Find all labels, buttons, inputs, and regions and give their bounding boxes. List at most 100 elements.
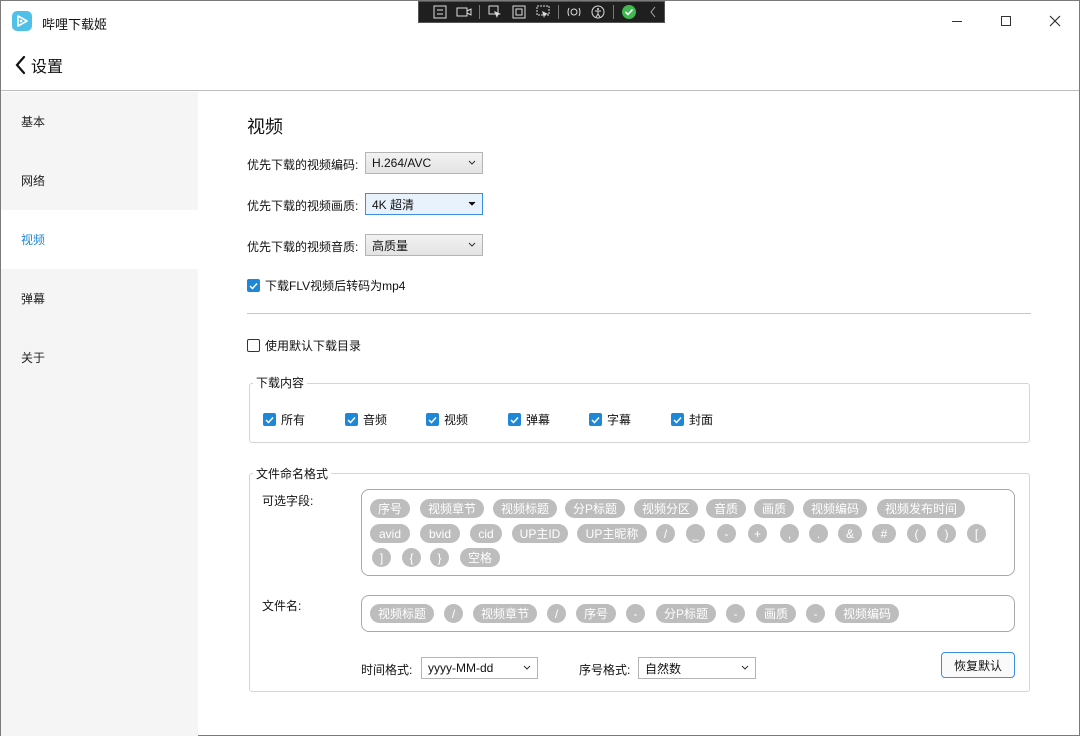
optional-field-chip[interactable]: 视频章节 (420, 499, 484, 518)
quality-select[interactable]: 4K 超清 (365, 193, 483, 215)
time-format-value: yyyy-MM-dd (428, 661, 494, 675)
settings-sidebar: 基本 网络 视频 弹幕 关于 (1, 92, 198, 736)
track-focus-icon[interactable] (532, 2, 554, 22)
optional-field-chip[interactable]: ] (372, 548, 391, 567)
optional-field-chip[interactable]: , (780, 524, 799, 543)
filename-panel[interactable]: 视频标题 / 视频章节 / 序号 - 分P标题 - 画质 - 视频编码 (361, 595, 1015, 632)
optional-field-chip[interactable]: 视频发布时间 (877, 499, 965, 518)
quality-value: 4K 超清 (372, 197, 415, 212)
filename-field-chip[interactable]: - (626, 604, 645, 623)
live-visual-tree-icon[interactable] (429, 2, 451, 22)
content-audio-checkbox[interactable]: 音频 (345, 411, 387, 428)
optional-field-chip[interactable]: ) (937, 524, 956, 543)
default-dir-label: 使用默认下载目录 (265, 339, 362, 353)
optional-field-chip[interactable]: & (838, 524, 862, 543)
page-header: 设置 (1, 41, 1079, 91)
optional-field-chip[interactable]: 视频编码 (803, 499, 867, 518)
checkbox-checked-icon (426, 413, 439, 426)
transcode-checkbox[interactable]: 下载FLV视频后转码为mp4 (247, 277, 405, 294)
quality-label: 优先下载的视频画质: (247, 199, 359, 213)
optional-field-chip[interactable]: [ (967, 524, 986, 543)
audio-value: 高质量 (372, 238, 409, 253)
accessibility-icon[interactable] (587, 2, 609, 22)
optional-field-chip[interactable]: UP主昵称 (577, 524, 647, 543)
optional-field-chip[interactable]: 音质 (706, 499, 746, 518)
optional-field-chip[interactable]: + (748, 524, 767, 543)
default-dir-checkbox[interactable]: 使用默认下载目录 (247, 337, 361, 354)
content-all-checkbox[interactable]: 所有 (263, 411, 305, 428)
optional-field-chip[interactable]: 画质 (754, 499, 794, 518)
filename-field-chip[interactable]: 分P标题 (656, 604, 716, 623)
chevron-down-icon (468, 201, 476, 206)
video-capture-icon[interactable] (453, 2, 475, 22)
collapse-toolbar-icon[interactable] (642, 2, 664, 22)
audio-select[interactable]: 高质量 (365, 234, 483, 256)
optional-field-chip[interactable]: UP主ID (512, 524, 568, 543)
optional-field-chip[interactable]: 序号 (370, 499, 410, 518)
filename-field-chip[interactable]: 视频编码 (835, 604, 899, 623)
optional-fields-label: 可选字段: (262, 494, 314, 508)
content-cover-checkbox[interactable]: 封面 (671, 411, 713, 428)
codec-label: 优先下载的视频编码: (247, 158, 359, 172)
chevron-down-icon (741, 665, 749, 670)
filename-field-chip[interactable]: 序号 (576, 604, 616, 623)
optional-field-chip[interactable]: - (717, 524, 736, 543)
optional-field-chip[interactable]: 空格 (460, 548, 500, 567)
audio-label: 优先下载的视频音质: (247, 240, 359, 254)
content-all-label: 所有 (281, 413, 306, 427)
optional-field-chip[interactable]: . (809, 524, 828, 543)
time-format-select[interactable]: yyyy-MM-dd (421, 657, 538, 679)
back-button[interactable]: 设置 (13, 53, 63, 77)
filename-field-chip[interactable]: 视频标题 (370, 604, 434, 623)
select-element-icon[interactable] (484, 2, 506, 22)
optional-field-chip[interactable]: # (872, 524, 896, 543)
app-logo-icon (12, 11, 32, 31)
optional-field-chip[interactable]: } (430, 548, 449, 567)
optional-field-chip[interactable]: / (656, 524, 675, 543)
optional-field-chip[interactable]: bvid (420, 524, 460, 543)
optional-field-chip[interactable]: 视频分区 (634, 499, 698, 518)
minimize-button[interactable] (933, 1, 981, 41)
sidebar-item-basic[interactable]: 基本 (1, 92, 198, 151)
optional-field-chip[interactable]: _ (686, 524, 705, 543)
settings-content: 视频 优先下载的视频编码: H.264/AVC 优先下载的视频画质: 4K 超清… (199, 92, 1079, 736)
content-video-checkbox[interactable]: 视频 (426, 411, 468, 428)
file-naming-legend: 文件命名格式 (253, 465, 332, 482)
sidebar-item-danmaku[interactable]: 弹幕 (1, 269, 198, 328)
index-format-select[interactable]: 自然数 (638, 657, 756, 679)
optional-field-chip[interactable]: 视频标题 (493, 499, 557, 518)
display-layout-icon[interactable] (508, 2, 530, 22)
optional-field-chip[interactable]: cid (470, 524, 502, 543)
content-cover-label: 封面 (689, 413, 714, 427)
index-format-label: 序号格式: (579, 663, 631, 677)
filename-field-chip[interactable]: - (726, 604, 745, 623)
debug-toolbar (418, 1, 665, 23)
filename-field-chip[interactable]: / (547, 604, 566, 623)
filename-field-chip[interactable]: - (806, 604, 825, 623)
optional-field-chip[interactable]: { (402, 548, 421, 567)
content-subtitle-checkbox[interactable]: 字幕 (589, 411, 631, 428)
hot-reload-icon[interactable] (563, 2, 585, 22)
download-content-legend: 下载内容 (253, 374, 308, 391)
sidebar-item-about[interactable]: 关于 (1, 328, 198, 387)
filename-field-chip[interactable]: / (444, 604, 463, 623)
checkbox-unchecked-icon (247, 339, 260, 352)
optional-field-chip[interactable]: 分P标题 (565, 499, 625, 518)
chevron-down-icon (468, 160, 476, 165)
sidebar-item-network[interactable]: 网络 (1, 151, 198, 210)
restore-default-button[interactable]: 恢复默认 (941, 652, 1015, 678)
sidebar-item-video[interactable]: 视频 (1, 210, 198, 269)
app-title: 哔哩下载姬 (42, 17, 108, 32)
maximize-button[interactable] (982, 1, 1030, 41)
codec-select[interactable]: H.264/AVC (365, 152, 483, 174)
chevron-left-icon (15, 55, 26, 75)
content-danmaku-checkbox[interactable]: 弹幕 (508, 411, 550, 428)
optional-field-chip[interactable]: ( (907, 524, 926, 543)
filename-field-chip[interactable]: 视频章节 (473, 604, 537, 623)
chevron-down-icon (523, 665, 531, 670)
optional-field-chip[interactable]: avid (370, 524, 410, 543)
checkbox-checked-icon (671, 413, 684, 426)
status-ok-icon[interactable] (618, 2, 640, 22)
close-button[interactable] (1031, 1, 1079, 41)
filename-field-chip[interactable]: 画质 (756, 604, 796, 623)
